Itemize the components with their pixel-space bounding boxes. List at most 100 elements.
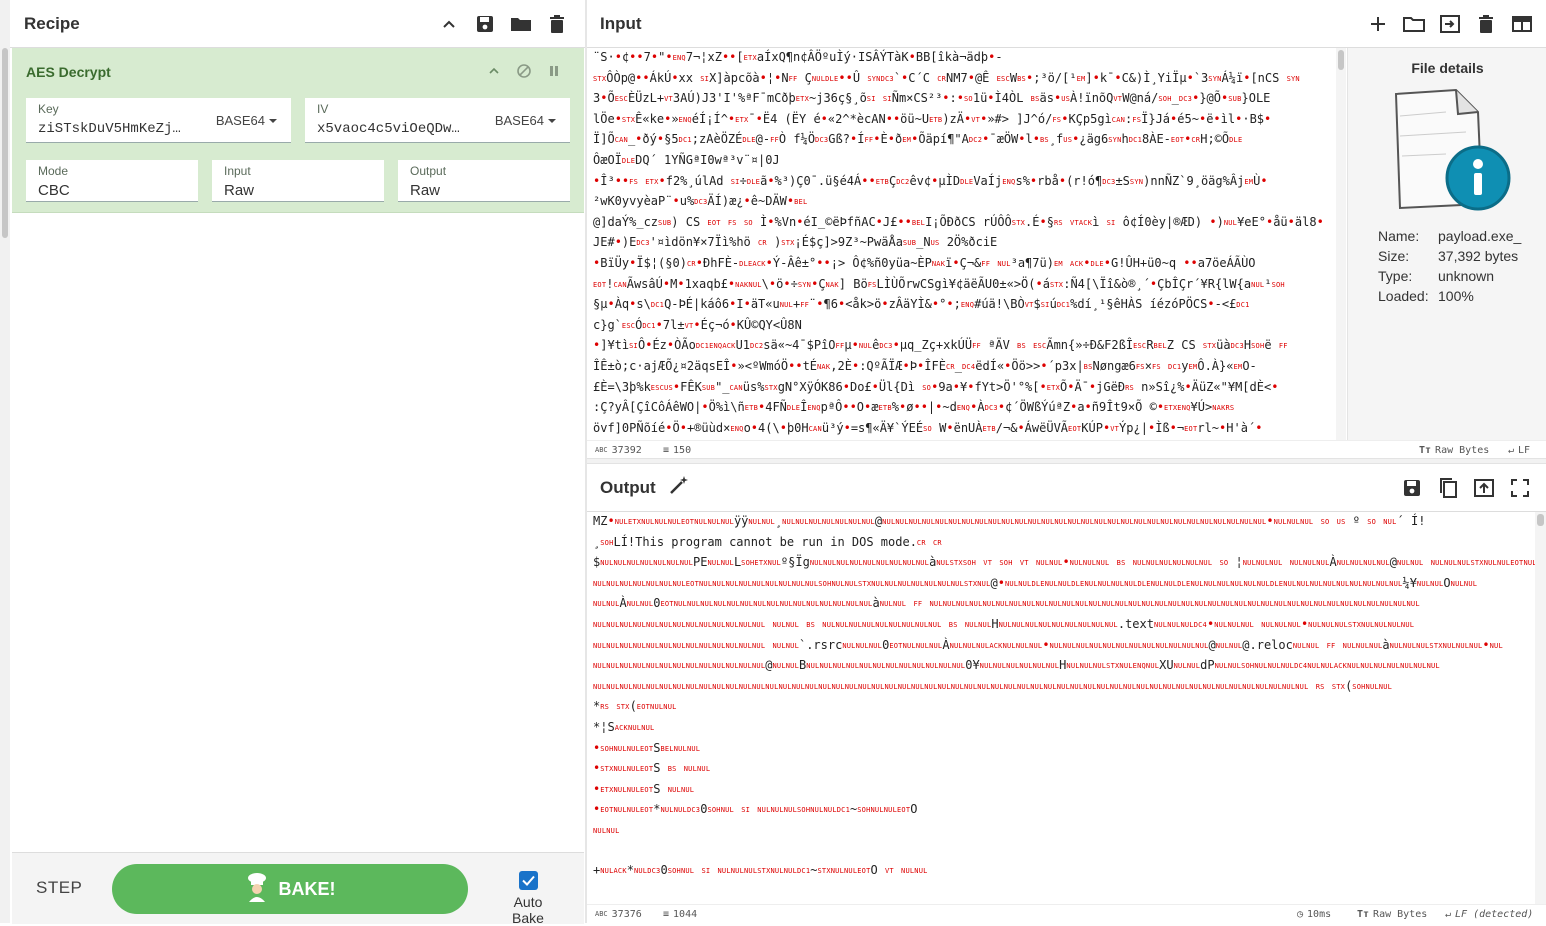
input-line: ¨S·•¢••7•"•ENQ7¬¦xZ••[ETXaÍxQ¶n¢ÂÖºuÌý·I… bbox=[593, 50, 1003, 64]
input-eol-value: LF bbox=[1518, 444, 1531, 456]
output-line: NULNULNULNULNULNULNULEOTNULNULNULNULNULN… bbox=[593, 575, 1478, 590]
input-line: •Î³••FS ETX•f2%¸úlAd SI÷DLEã•%³)Ç0¯.ü§é4… bbox=[593, 173, 1268, 188]
auto-bake-label: Auto Bake bbox=[512, 894, 544, 926]
input-line: EOT!CANÃwsâÚ•M•1xaqb£•NAKNUL\•ö•÷SYN•ÇNA… bbox=[593, 276, 1285, 291]
output-text[interactable]: MZ•NULETXNULNULNULEOTNULNULNULÿÿNULNUL¸N… bbox=[587, 512, 1535, 904]
input-line: •]¥tìSIÔ•Éz•ÒÃoDC1ENQACKU1DC2sä«~4¯$PîOF… bbox=[593, 338, 1288, 353]
input-eol[interactable]: ↵ LF bbox=[1508, 445, 1530, 456]
trash-icon[interactable] bbox=[545, 12, 569, 36]
chevron-up-icon[interactable] bbox=[437, 12, 461, 36]
eol-arrow-icon: ↵ bbox=[1445, 908, 1452, 920]
bake-time: ◷ 10ms bbox=[1297, 909, 1331, 920]
collapse-icon[interactable] bbox=[484, 61, 504, 81]
input-line: £È=\3þ%kESCUS•FÊKSUB"_CANüs%STXgN°XÿÓK86… bbox=[593, 379, 1279, 394]
input-status-bar: ABC 37392 ≡ 150 Tт Raw Bytes ↵ LF bbox=[587, 440, 1546, 459]
key-value[interactable]: ziSTskDuV5HmKeZj… bbox=[38, 121, 198, 137]
file-loaded-row: Loaded: 100% bbox=[1378, 288, 1474, 304]
breakpoint-pause-icon[interactable] bbox=[544, 61, 564, 81]
output-line: MZ•NULETXNULNULNULEOTNULNULNULÿÿNULNUL¸N… bbox=[593, 514, 1426, 528]
output-title: Output bbox=[600, 477, 656, 497]
input-line: JE#•)EDC3'¤ìdön¥×7Ïì%hö CR )STX¡É$ç]>9Z³… bbox=[593, 235, 998, 250]
replace-input-icon[interactable] bbox=[1472, 476, 1496, 500]
output-format-select[interactable]: Output Raw bbox=[398, 160, 570, 202]
scrollbar-thumb[interactable] bbox=[2, 48, 8, 238]
file-loaded: 100% bbox=[1438, 288, 1474, 304]
add-tab-icon[interactable] bbox=[1366, 12, 1390, 36]
save-output-icon[interactable] bbox=[1400, 476, 1424, 500]
bake-button[interactable]: BAKE! bbox=[112, 864, 468, 914]
input-line: ÎÊ±ò;c·ajÆÕ¿¤2äqsEÎ•»<ºWmóÖ••tÉNAK,2È•:Q… bbox=[593, 358, 1257, 373]
key-encoding-dropdown[interactable]: BASE64 bbox=[216, 113, 277, 128]
output-line: •SOHNULNULEOTSBELNULNUL bbox=[593, 740, 701, 755]
caret-down-icon bbox=[548, 118, 556, 123]
folder-icon[interactable] bbox=[509, 12, 533, 36]
output-line: NULNULNULNULNULNULNULNULNULNULNULNULNUL … bbox=[593, 637, 1503, 652]
text-format-icon: Tт bbox=[1419, 444, 1432, 456]
input-format-select[interactable]: Input Raw bbox=[212, 160, 384, 202]
eol-arrow-icon: ↵ bbox=[1508, 444, 1515, 456]
auto-bake-toggle[interactable]: Auto Bake bbox=[498, 871, 558, 926]
copy-icon[interactable] bbox=[1436, 476, 1460, 500]
output-line: NULNULÀNULNUL0EOTNULNULNULNULNULNULNULNU… bbox=[593, 596, 1420, 611]
key-encoding: BASE64 bbox=[215, 113, 265, 128]
input-line: Ï]ÕCAN_•ðý•§5DC1;zAèÖZÉDLE@-FFÒ f¼ÖDC3Gß… bbox=[593, 132, 1243, 147]
input-format-value: Raw bbox=[224, 182, 255, 199]
output-line: ¸SOHLÍ!This program cannot be run in DOS… bbox=[593, 534, 942, 549]
caret-down-icon bbox=[269, 118, 277, 123]
input-length-value: 37392 bbox=[611, 444, 642, 456]
recipe-pane: Recipe AES Decrypt Key ziSTskDuV5HmKeZj…… bbox=[0, 0, 585, 926]
scrollbar-thumb[interactable] bbox=[1537, 514, 1544, 526]
clear-input-trash-icon[interactable] bbox=[1474, 12, 1498, 36]
output-line: •ETXNULNULEOTS NULNUL bbox=[593, 781, 695, 796]
bake-label: BAKE! bbox=[278, 878, 336, 899]
output-format-value: Raw Bytes bbox=[1373, 908, 1428, 920]
input-line: :Ç?yÂ[ÇîCôÁêWO|•Ö%ì\ñETB•4FÑDLEÎENQpªÔ••… bbox=[593, 400, 1235, 415]
output-lines-value: 1044 bbox=[673, 908, 698, 920]
input-lines: ≡ 150 bbox=[663, 445, 691, 456]
input-line: ²wK0yvyèaP¨•u%DC3ÄÍ)æ¿•ê~DÄW•BEL bbox=[593, 194, 808, 209]
input-chr-enc[interactable]: Tт Raw Bytes bbox=[1419, 445, 1489, 456]
iv-field[interactable]: IV x5vaoc4c5viOeQDw… BASE64 bbox=[305, 98, 570, 143]
lines-icon: ≡ bbox=[663, 908, 670, 920]
checkbox-checked-icon[interactable] bbox=[518, 871, 538, 890]
open-folder-icon[interactable] bbox=[1402, 12, 1426, 36]
output-line: NULNUL bbox=[593, 826, 620, 835]
recipe-header: Recipe bbox=[10, 0, 585, 48]
layout-icon[interactable] bbox=[1510, 12, 1534, 36]
save-icon[interactable] bbox=[473, 12, 497, 36]
output-status-bar: ABC 37376 ≡ 1044 ◷ 10ms Tт Raw Bytes ↵ LF (de… bbox=[587, 904, 1546, 923]
input-line: ÔæOÏDLEDQ´ 1YÑGªI0wª³v¨¤|0J bbox=[593, 152, 780, 167]
file-size-row: Size: 37,392 bytes bbox=[1378, 248, 1518, 264]
size-label: Size: bbox=[1378, 248, 1410, 264]
open-file-icon[interactable] bbox=[1438, 12, 1462, 36]
mode-select[interactable]: Mode CBC bbox=[26, 160, 198, 202]
iv-value[interactable]: x5vaoc4c5viOeQDw… bbox=[317, 121, 482, 137]
output-scrollbar[interactable] bbox=[1535, 512, 1546, 904]
input-line: 3•ÕESCÈÜzL+VT3AÚ)J3'I'%ªF¯mCðþETX~j36ç§¸… bbox=[593, 91, 1271, 106]
output-eol[interactable]: ↵ LF (detected) bbox=[1445, 909, 1533, 920]
input-textarea[interactable]: ¨S·•¢••7•"•ENQ7¬¦xZ••[ETXaÍxQ¶n¢ÂÖºuÌý·I… bbox=[587, 48, 1335, 440]
magic-wand-icon[interactable] bbox=[668, 474, 690, 501]
abc-icon: ABC bbox=[595, 446, 608, 454]
key-field[interactable]: Key ziSTskDuV5HmKeZj… BASE64 bbox=[26, 98, 291, 143]
input-title: Input bbox=[600, 13, 642, 33]
mode-label: Mode bbox=[38, 164, 69, 178]
maximize-icon[interactable] bbox=[1508, 476, 1532, 500]
output-chr-enc[interactable]: Tт Raw Bytes bbox=[1357, 909, 1427, 920]
output-line: NULNULNULNULNULNULNULNULNULNULNULNULNULN… bbox=[593, 678, 1393, 693]
step-button[interactable]: STEP bbox=[36, 878, 82, 898]
input-scrollbar[interactable] bbox=[1336, 48, 1346, 440]
iv-encoding: BASE64 bbox=[494, 113, 544, 128]
output-pane: Output MZ•NULETXNULNULNULEOTNULNULNULÿÿN… bbox=[587, 464, 1546, 923]
input-line: §µ•Àq•s\DC1Q-ÞÉ|káô6•I•äT«uNUL+FF¨•¶6•<å… bbox=[593, 297, 1250, 312]
operations-scrollbar[interactable] bbox=[0, 0, 10, 923]
output-line: *RS STX(EOTNULNUL bbox=[593, 699, 677, 714]
file-details-panel: File details Name: payload.exe_ Size: 37,3… bbox=[1347, 48, 1546, 440]
disable-icon[interactable] bbox=[514, 61, 534, 81]
mode-value: CBC bbox=[38, 182, 70, 199]
chef-icon bbox=[245, 872, 269, 907]
scrollbar-thumb[interactable] bbox=[1338, 50, 1344, 70]
text-format-icon: Tт bbox=[1357, 908, 1370, 920]
iv-encoding-dropdown[interactable]: BASE64 bbox=[495, 113, 556, 128]
